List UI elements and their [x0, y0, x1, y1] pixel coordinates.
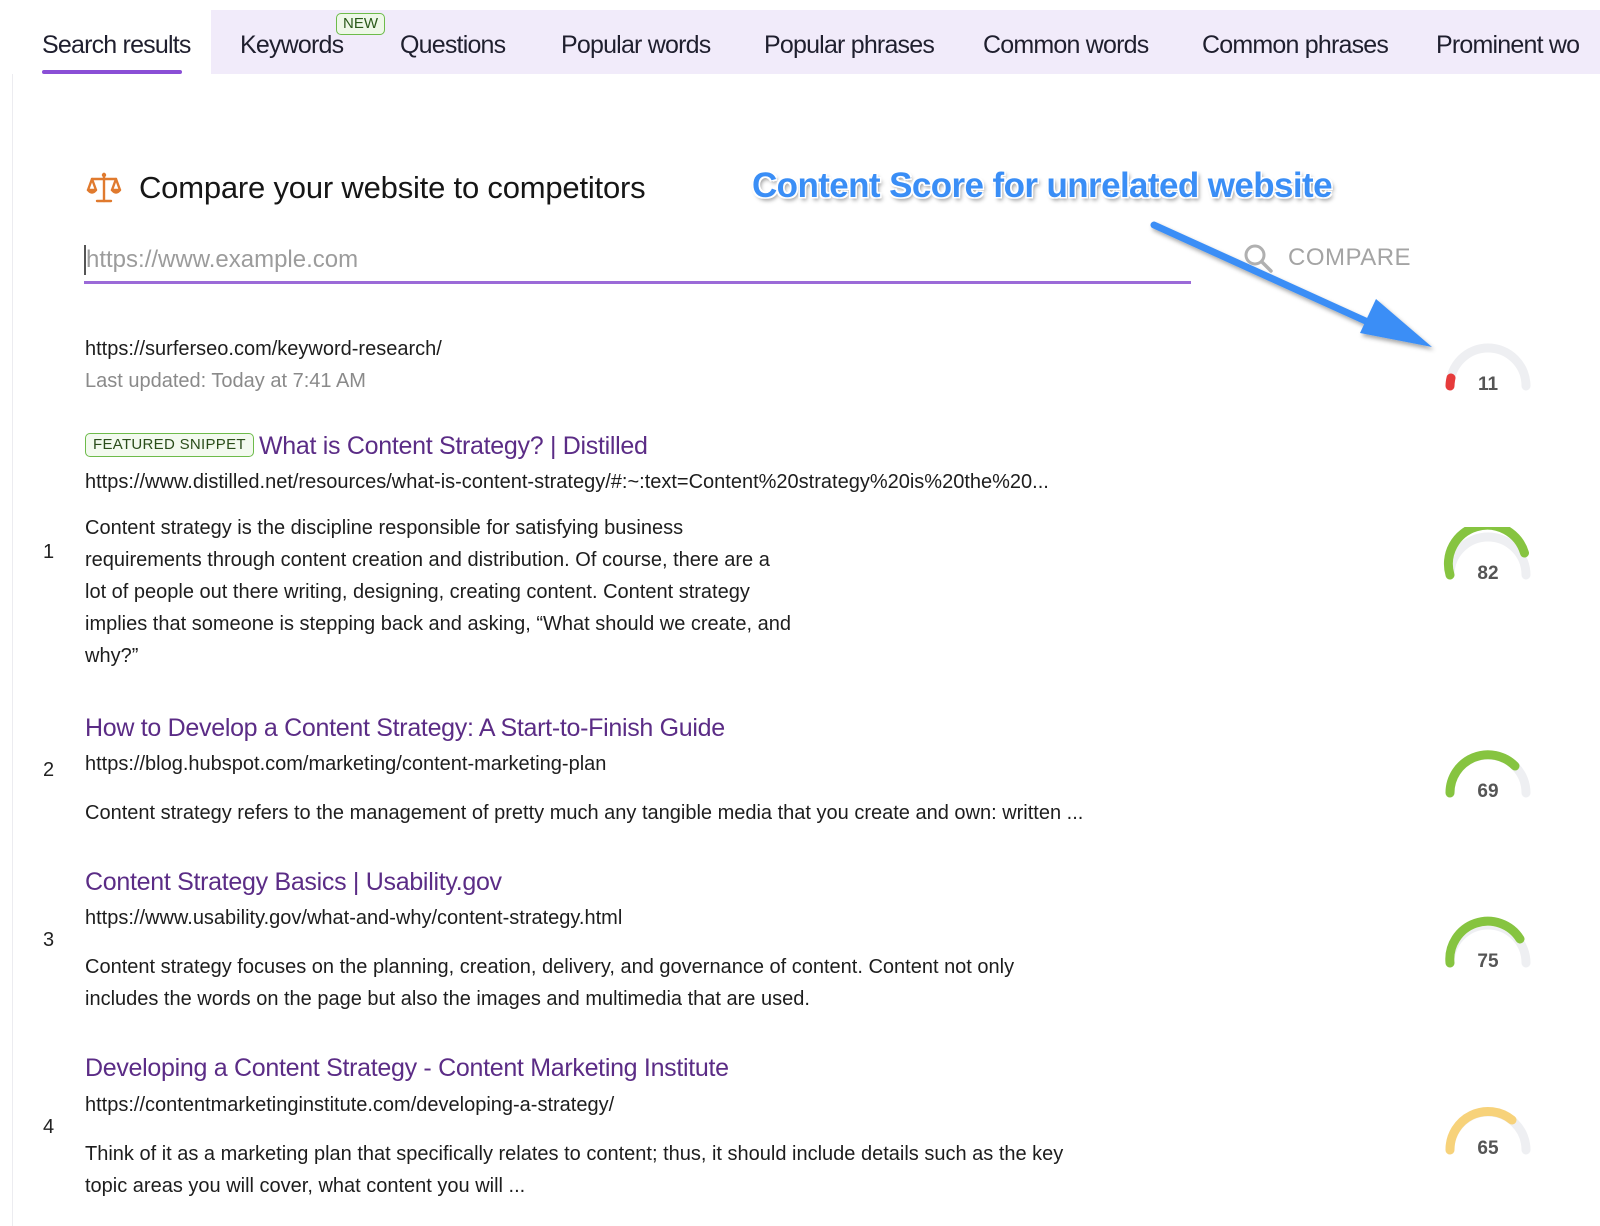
annotation-label: Content Score for unrelated website	[752, 166, 1333, 205]
score-value: 11	[1477, 374, 1499, 395]
description-line: requirements through content creation an…	[85, 549, 770, 571]
tab-keywords[interactable]: Keywords	[240, 10, 344, 74]
tab-prominent-words[interactable]: Prominent wo	[1436, 10, 1580, 74]
tab-common-words[interactable]: Common words	[983, 10, 1149, 74]
tab-popular-words[interactable]: Popular words	[561, 10, 711, 74]
compare-button-label: COMPARE	[1288, 244, 1412, 271]
own-site-url[interactable]: https://surferseo.com/keyword-research/	[85, 338, 442, 361]
tab-questions[interactable]: Questions	[400, 10, 506, 74]
description-line: implies that someone is stepping back an…	[85, 613, 791, 635]
own-site-score-gauge: 11	[1438, 338, 1538, 408]
active-tab-indicator	[42, 70, 182, 74]
compare-button[interactable]: COMPARE	[1242, 238, 1411, 278]
score-value: 82	[1477, 563, 1499, 584]
featured-snippet-badge: FEATURED SNIPPET	[85, 433, 254, 457]
website-url-input[interactable]	[84, 238, 1191, 284]
description-line: topic areas you will cover, what content…	[85, 1175, 526, 1197]
result-rank: 1	[43, 541, 55, 563]
description-line: lot of people out there writing, designi…	[85, 581, 750, 603]
result-url[interactable]: https://www.distilled.net/resources/what…	[85, 471, 1049, 494]
tab-label: Common phrases	[1202, 31, 1389, 59]
result-score-gauge: 69	[1438, 745, 1538, 815]
search-icon	[1244, 244, 1273, 273]
last-updated: Last updated: Today at 7:41 AM	[85, 370, 366, 392]
result-url[interactable]: https://contentmarketinginstitute.com/de…	[85, 1094, 614, 1117]
score-value: 65	[1477, 1138, 1499, 1159]
result-score-gauge: 82	[1438, 527, 1538, 597]
tab-label: Keywords	[240, 31, 344, 59]
result-description: Content strategy refers to the managemen…	[85, 797, 1083, 829]
description-line: includes the words on the page but also …	[85, 988, 810, 1010]
new-badge: NEW	[336, 13, 385, 35]
text-caret	[84, 245, 86, 275]
result-score-gauge: 65	[1438, 1102, 1538, 1172]
description-line: Content strategy focuses on the planning…	[85, 956, 1015, 978]
description-line: Content strategy refers to the managemen…	[85, 802, 1084, 824]
result-rank: 4	[43, 1116, 55, 1138]
tab-label: Questions	[400, 31, 506, 59]
description-line: why?”	[85, 645, 139, 667]
result-url[interactable]: https://www.usability.gov/what-and-why/c…	[85, 907, 622, 930]
result-title[interactable]: Developing a Content Strategy - Content …	[85, 1054, 729, 1083]
result-rank: 3	[43, 929, 55, 951]
description-line: Content strategy is the discipline respo…	[85, 517, 684, 539]
score-value: 75	[1477, 951, 1499, 972]
balance-scale-icon	[86, 172, 122, 203]
result-title[interactable]: Content Strategy Basics | Usability.gov	[85, 868, 502, 897]
score-value: 69	[1477, 781, 1499, 802]
result-description: Content strategy is the discipline respo…	[85, 512, 791, 672]
result-rank: 2	[43, 759, 55, 781]
tab-label: Common words	[983, 31, 1149, 59]
result-url[interactable]: https://blog.hubspot.com/marketing/conte…	[85, 753, 606, 776]
tab-bar: Search results Keywords Questions Popula…	[12, 10, 1600, 74]
result-title[interactable]: How to Develop a Content Strategy: A Sta…	[85, 714, 725, 743]
tab-common-phrases[interactable]: Common phrases	[1202, 10, 1389, 74]
result-description: Content strategy focuses on the planning…	[85, 951, 1014, 1015]
description-line: Think of it as a marketing plan that spe…	[85, 1143, 1064, 1165]
tab-label: Popular phrases	[764, 31, 935, 59]
tab-popular-phrases[interactable]: Popular phrases	[764, 10, 935, 74]
tab-label: Popular words	[561, 31, 711, 59]
result-description: Think of it as a marketing plan that spe…	[85, 1138, 1063, 1202]
result-score-gauge: 75	[1438, 915, 1538, 985]
result-title[interactable]: What is Content Strategy? | Distilled	[259, 432, 648, 461]
tab-label: Prominent wo	[1436, 31, 1580, 59]
tab-search-results[interactable]: Search results	[12, 10, 211, 74]
compare-title: Compare your website to competitors	[139, 170, 646, 205]
tab-label: Search results	[42, 31, 191, 59]
